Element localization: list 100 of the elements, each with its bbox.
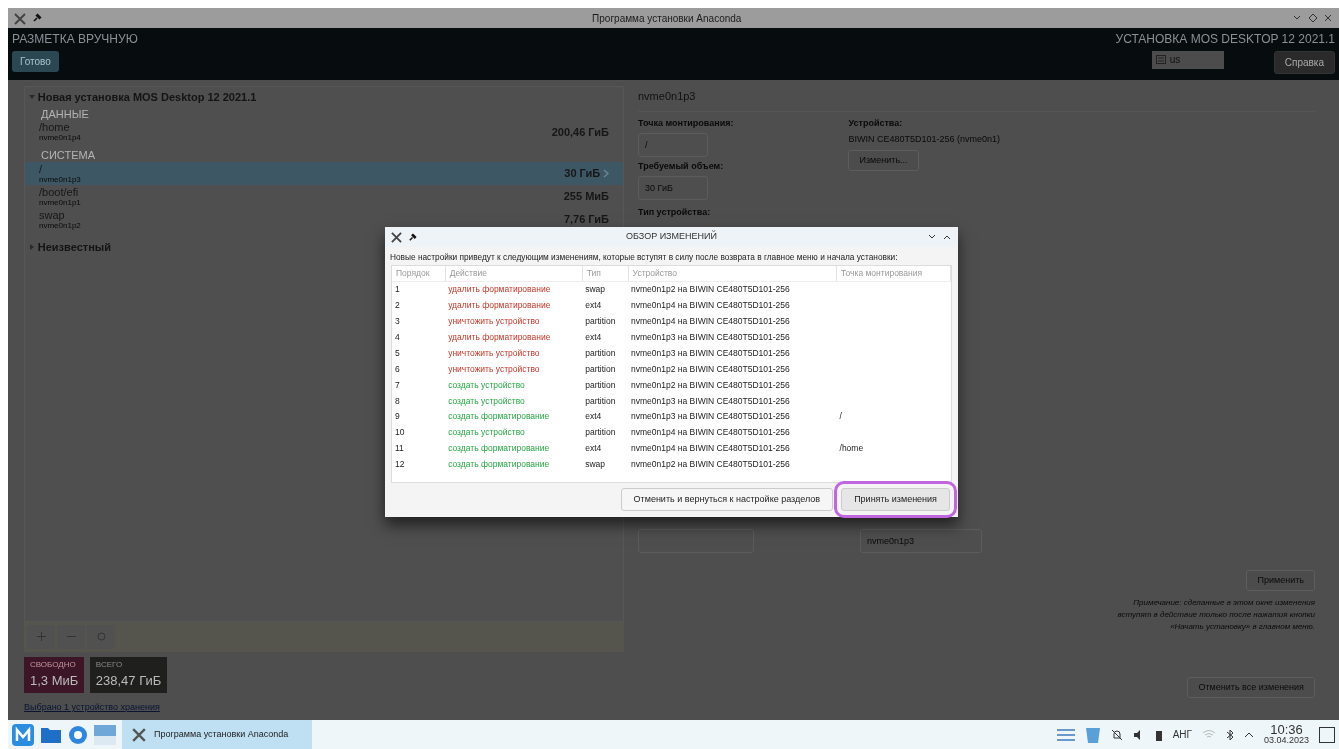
column-header: Устройство <box>628 266 837 282</box>
section-label: ДАННЫЕ <box>40 107 90 121</box>
table-cell-text: nvme0n1p4 на BIWIN CE480T5D101-256 <box>630 442 791 456</box>
battery-icon[interactable] <box>1154 728 1163 741</box>
table-cell-text: 2 <box>394 299 401 313</box>
device-name: nvme0n1p2 <box>39 220 81 231</box>
table-cell-text: ext4 <box>584 299 603 313</box>
taskbar-item[interactable]: Программа установки Anaconda <box>122 720 312 749</box>
partition-row[interactable]: swap nvme0n1p2 7,76 ГиБ <box>25 208 623 231</box>
table-cell-text: ext4 <box>584 330 603 344</box>
table-cell-text: создать устройство <box>447 394 526 408</box>
mount-point: /boot/efi <box>39 185 80 198</box>
folder-icon[interactable] <box>40 725 62 744</box>
partition-row[interactable]: / nvme0n1p3 30 ГиБ <box>25 162 623 185</box>
table-cell-text: удалить форматирование <box>447 330 552 344</box>
cancel-button[interactable]: Отменить и вернуться к настройке разделов <box>620 487 834 511</box>
table-cell-text: nvme0n1p2 на BIWIN CE480T5D101-256 <box>630 378 791 392</box>
column-header: Тип <box>582 266 629 282</box>
bell-icon[interactable] <box>1110 728 1123 741</box>
table-cell-text: уничтожить устройство <box>447 362 541 376</box>
free-space-label: СВОБОДНО <box>30 659 77 671</box>
total-space-value: 238,47 ГиБ <box>95 672 162 690</box>
table-cell-text: 12 <box>394 458 406 472</box>
done-button[interactable]: Готово <box>12 50 59 72</box>
table-cell-text: nvme0n1p2 на BIWIN CE480T5D101-256 <box>630 458 791 472</box>
clock-date[interactable]: 03.04.2023 <box>1263 734 1309 746</box>
keyboard-language[interactable]: АНГ <box>1172 727 1192 742</box>
chevron-up-icon[interactable] <box>1243 730 1254 739</box>
storage-devices-link[interactable]: Выбрано 1 устройство хранения <box>24 702 160 712</box>
help-button[interactable]: Справка <box>1273 50 1335 74</box>
table-cell-text: partition <box>584 378 617 392</box>
partition-row[interactable]: /home nvme0n1p4 200,46 ГиБ <box>25 120 623 144</box>
page-title: РАЗМЕТКА ВРУЧНУЮ <box>12 31 138 48</box>
table-cell-text: ext4 <box>584 410 603 424</box>
table-cell-text: 3 <box>394 315 401 328</box>
column-header: Порядок <box>392 266 446 282</box>
table-cell-text: 5 <box>394 346 401 360</box>
group-title: Неизвестный <box>37 240 111 255</box>
mount-point-field[interactable]: / <box>638 133 708 158</box>
device-name: nvme0n1p4 <box>39 133 81 143</box>
size-label: Требуемый объем: <box>638 160 724 173</box>
mount-point: / <box>39 162 44 175</box>
keyboard-icon <box>1155 55 1166 65</box>
table-cell-text: nvme0n1p4 на BIWIN CE480T5D101-256 <box>630 426 791 440</box>
app-icon <box>14 10 26 26</box>
section-label: СИСТЕМА <box>40 149 96 162</box>
devices-value: BIWIN CE480T5D101-256 (nvme0n1) <box>848 133 1001 147</box>
menu-logo-icon[interactable] <box>12 723 34 746</box>
bluetooth-icon[interactable] <box>1225 728 1234 741</box>
table-cell-text: nvme0n1p3 на BIWIN CE480T5D101-256 <box>630 394 791 408</box>
app-icon <box>391 231 402 243</box>
mount-point: swap <box>39 208 65 221</box>
maximize-icon[interactable] <box>1307 13 1318 23</box>
table-cell-text: partition <box>584 362 617 376</box>
apply-button[interactable]: Применить <box>1246 569 1315 592</box>
table-cell-text: создать устройство <box>447 378 526 392</box>
pin-icon[interactable] <box>407 232 417 242</box>
table-cell-text: создать форматирование <box>447 442 551 456</box>
table-cell-text: swap <box>584 458 606 472</box>
mount-point-label: Точка монтирования: <box>638 117 734 130</box>
table-cell-text: / <box>838 410 843 424</box>
partition-row[interactable]: /boot/efi nvme0n1p1 255 МиБ <box>25 185 623 208</box>
table-cell-text: nvme0n1p3 на BIWIN CE480T5D101-256 <box>630 346 791 360</box>
table-cell-text: 11 <box>394 442 405 456</box>
mount-point: /home <box>39 121 71 133</box>
table-cell-text: 6 <box>394 362 401 376</box>
table-cell-text: 7 <box>394 378 401 392</box>
pin-icon[interactable] <box>31 13 42 23</box>
label-field[interactable] <box>638 529 754 554</box>
table-cell-text: nvme0n1p4 на BIWIN CE480T5D101-256 <box>630 299 791 313</box>
table-cell-text: /home <box>838 442 865 456</box>
close-icon[interactable] <box>1323 13 1333 23</box>
trash-icon[interactable] <box>1084 725 1101 744</box>
reset-all-button[interactable]: Отменить все изменения <box>1187 676 1315 699</box>
browser-icon[interactable] <box>68 724 88 745</box>
name-field[interactable]: nvme0n1p3 <box>860 529 982 554</box>
table-cell-text: partition <box>584 346 617 360</box>
dialog-description: Новые настройки приведут к следующим изменениям, которые вступят в силу после возврата в главное меню и начала установки: <box>389 251 899 264</box>
partition-size: 30 ГиБ <box>564 166 601 182</box>
devices-label: Устройства: <box>848 117 903 130</box>
group-title: Новая установка MOS Desktop 12 2021.1 <box>37 90 257 105</box>
device-type-label: Тип устройства: <box>638 205 711 219</box>
plus-icon <box>36 632 46 641</box>
product-title: УСТАНОВКА MOS DESKTOP 12 2021.1 <box>1115 31 1335 48</box>
table-cell: 1 <box>392 281 446 299</box>
table-cell: nvme0n1p2 на BIWIN CE480T5D101-256 <box>628 281 837 299</box>
table-cell-text: создать устройство <box>447 426 526 440</box>
table-cell-text: 9 <box>394 410 401 424</box>
table-cell-text: 8 <box>394 394 401 408</box>
app-icon <box>132 727 146 742</box>
table-cell-text: nvme0n1p3 на BIWIN CE480T5D101-256 <box>630 330 791 344</box>
chevron-right-icon <box>603 169 609 178</box>
table-cell-text: уничтожить устройство <box>447 315 541 328</box>
sliders-icon[interactable] <box>1056 727 1075 742</box>
table-cell-text: 4 <box>394 330 401 344</box>
table-cell-text: 10 <box>394 426 406 440</box>
change-button[interactable]: Изменить... <box>848 149 919 171</box>
circle-icon <box>96 632 106 641</box>
clock-time[interactable]: 10:36 <box>1270 723 1303 735</box>
show-desktop-icon[interactable] <box>1319 726 1335 743</box>
